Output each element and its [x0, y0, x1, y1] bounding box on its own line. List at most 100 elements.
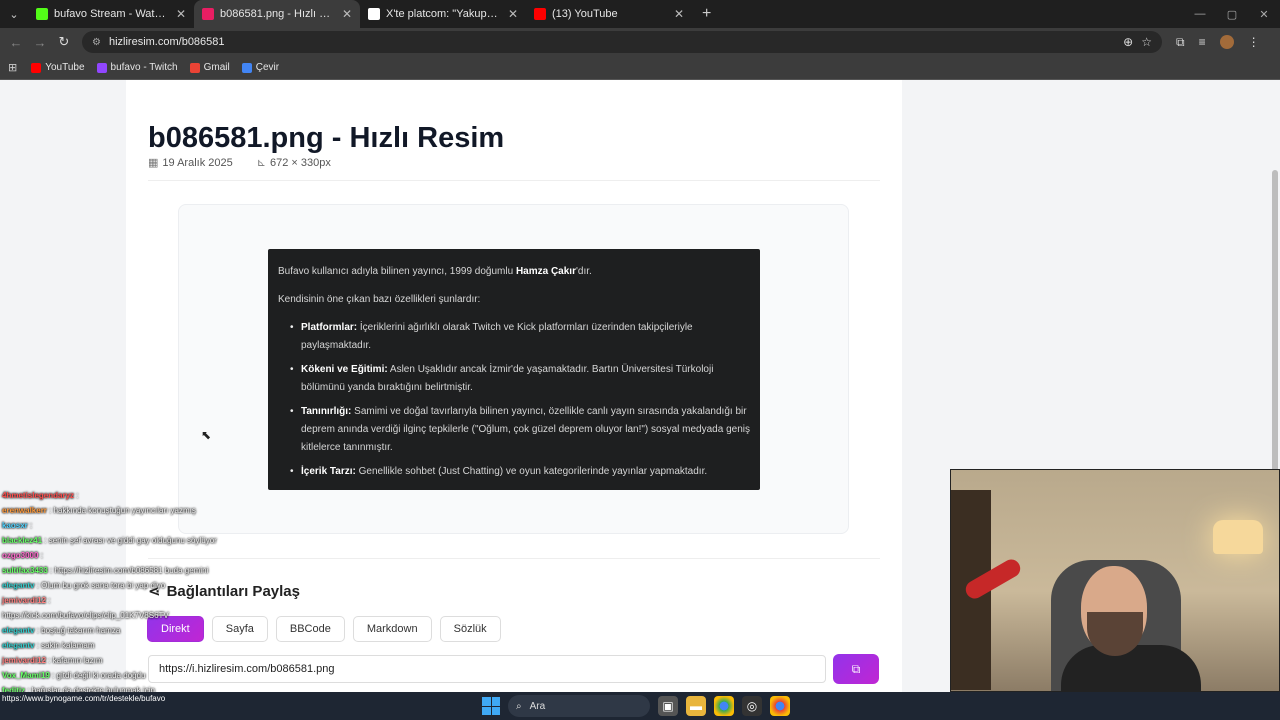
tab-title: b086581.png - Hızlı Resim — [220, 8, 336, 20]
start-button[interactable] — [482, 697, 500, 715]
bookmark-star-icon[interactable]: ☆ — [1141, 35, 1152, 49]
page-title: b086581.png - Hızlı Resim — [148, 122, 505, 154]
chat-message: elegantv : sakin kalamam — [2, 638, 302, 653]
task-view-icon[interactable]: ▣ — [658, 696, 678, 716]
tab-close-icon[interactable]: ✕ — [674, 7, 684, 21]
site-info-icon[interactable]: ⚙ — [92, 37, 101, 48]
new-tab-button[interactable]: + — [702, 5, 711, 23]
menu-icon[interactable]: ⋮ — [1248, 35, 1260, 49]
minimize-button[interactable]: — — [1184, 0, 1216, 28]
image-intro-pre: Bufavo kullanıcı adıyla bilinen yayıncı,… — [278, 266, 516, 277]
chrome-profile-icon[interactable] — [770, 696, 790, 716]
chat-text: hakkında konuştuğun yayıncıları yazmış — [53, 506, 196, 515]
chat-separator: : — [46, 596, 51, 605]
image-item-label: Kökeni ve Eğitimi: — [301, 364, 388, 375]
image-lead: Kendisinin öne çıkan bazı özellikleri şu… — [278, 294, 481, 305]
bookmark-label: Gmail — [203, 62, 230, 73]
chat-separator: : — [46, 656, 53, 665]
maximize-button[interactable]: ▢ — [1216, 0, 1248, 28]
chat-separator: : — [42, 536, 49, 545]
chat-message: sultifax3433 : https://hizliresim.com/b0… — [2, 563, 302, 578]
bookmark-item[interactable]: Çevir — [241, 62, 280, 73]
file-explorer-icon[interactable]: ▬ — [686, 696, 706, 716]
image-list-item: Tanınırlığı: Samimi ve doğal tavırlarıyl… — [278, 403, 750, 457]
chat-username: jemivardi12 — [2, 656, 47, 665]
tab-strip: bufavo Stream - Watch Live on✕b086581.pn… — [28, 0, 692, 28]
taskbar-search[interactable]: ⌕ Ara — [508, 695, 650, 717]
profile-avatar[interactable] — [1219, 35, 1234, 49]
browser-tab[interactable]: (13) YouTube ✕ — [526, 0, 692, 28]
tab-close-icon[interactable]: ✕ — [342, 7, 352, 21]
image-dimensions: ⊾ 672 × 330px — [257, 156, 331, 169]
zoom-icon[interactable]: ⊕ — [1123, 35, 1133, 49]
bookmark-label: Çevir — [255, 62, 280, 73]
bookmark-list: YouTube bufavo - Twitch Gmail Çevir — [31, 62, 279, 73]
copy-button[interactable]: ⧉ — [833, 654, 879, 684]
image-item-label: Platformlar: — [301, 322, 358, 333]
page-scrollbar[interactable] — [1272, 170, 1278, 490]
chat-message: elegantv : Olum bu grok sana tora bi yap… — [2, 578, 302, 593]
chat-username: Vox_Mami19 — [2, 671, 50, 680]
tab-close-icon[interactable]: ✕ — [176, 7, 186, 21]
taskbar-search-label: Ara — [529, 700, 546, 712]
stream-chat-overlay: 4hmetislegendaryz : erenwalkerr : hakkın… — [2, 488, 302, 713]
image-item-text: İçeriklerini ağırlıklı olarak Twitch ve … — [301, 322, 693, 351]
chat-username: elegantv — [2, 641, 35, 650]
chat-username: kaosxr — [2, 521, 28, 530]
obs-icon[interactable]: ◎ — [742, 696, 762, 716]
chat-username: elegantv — [2, 581, 35, 590]
chat-separator: : — [74, 491, 79, 500]
bookmark-item[interactable]: bufavo - Twitch — [96, 62, 178, 73]
address-bar[interactable]: ⚙ hizliresim.com/b086581 ⊕ ☆ — [82, 31, 1162, 53]
browser-tab[interactable]: X'te platcom: "YakupTV, Grok'a ✕ — [360, 0, 526, 28]
media-control-icon[interactable]: ≡ — [1199, 35, 1206, 49]
copy-icon: ⧉ — [851, 661, 861, 676]
tab-search-button[interactable]: ⌄ — [0, 0, 28, 28]
chat-message: elegantv : boştuğ takarım hamza — [2, 623, 302, 638]
tab-favicon-icon — [202, 8, 214, 20]
browser-tab[interactable]: bufavo Stream - Watch Live on ✕ — [28, 0, 194, 28]
bookmark-favicon-icon — [189, 62, 200, 73]
tab-title: X'te platcom: "YakupTV, Grok'a — [386, 8, 502, 20]
chat-username: 4hmetislegendaryz — [2, 491, 75, 500]
close-window-button[interactable]: ✕ — [1248, 0, 1280, 28]
taskbar-items: ⌕ Ara ▣ ▬ ◎ — [482, 695, 790, 717]
toolbar: ← → ↻ ⚙ hizliresim.com/b086581 ⊕ ☆ ⧉ ≡ ⋮ — [0, 28, 1280, 56]
apps-icon[interactable]: ⊞ — [8, 61, 17, 74]
forward-button[interactable]: → — [28, 35, 52, 50]
bookmark-favicon-icon — [241, 62, 252, 73]
chat-text: https://kick.com/bufavo/clips/clip_01K7V… — [2, 611, 169, 620]
chat-username: erenwalkerr — [2, 506, 47, 515]
image-preview-frame: Bufavo kullanıcı adıyla bilinen yayıncı,… — [178, 204, 849, 534]
tab-favicon-icon — [368, 8, 380, 20]
image-intro: Bufavo kullanıcı adıyla bilinen yayıncı,… — [278, 263, 750, 281]
windows-taskbar: https://www.bynogame.com/tr/destekle/buf… — [0, 692, 1280, 720]
chat-text: Olum bu grok sana tora bi yap diyo — [41, 581, 166, 590]
browser-tab[interactable]: b086581.png - Hızlı Resim ✕ — [194, 0, 360, 28]
chat-separator: : — [38, 551, 43, 560]
bookmark-item[interactable]: YouTube — [31, 62, 85, 73]
tab-title: bufavo Stream - Watch Live on — [54, 8, 170, 20]
bookmark-favicon-icon — [96, 62, 107, 73]
share-tab[interactable]: Sözlük — [439, 616, 501, 642]
chrome-icon[interactable] — [714, 696, 734, 716]
reload-button[interactable]: ↻ — [52, 34, 76, 50]
tab-close-icon[interactable]: ✕ — [508, 7, 518, 21]
chat-text: kafamın lazım — [52, 656, 103, 665]
uploaded-image[interactable]: Bufavo kullanıcı adıyla bilinen yayıncı,… — [268, 249, 760, 490]
tab-favicon-icon — [36, 8, 48, 20]
upload-date: ▦ 19 Aralık 2025 — [148, 156, 233, 169]
bookmark-label: bufavo - Twitch — [110, 62, 178, 73]
extensions-icon[interactable]: ⧉ — [1176, 35, 1185, 50]
bookmark-label: YouTube — [45, 62, 85, 73]
search-icon: ⌕ — [516, 700, 522, 712]
share-tab[interactable]: Markdown — [352, 616, 432, 642]
image-dimensions-text: 672 × 330px — [269, 157, 331, 169]
webcam-person-body — [1061, 645, 1201, 691]
window-controls: — ▢ ✕ — [1184, 0, 1280, 28]
chat-username: sultifax3433 — [2, 566, 48, 575]
mouse-cursor-icon: ⬉ — [201, 428, 212, 442]
bookmark-item[interactable]: Gmail — [189, 62, 230, 73]
image-item-text: Samimi ve doğal tavırlarıyla bilinen yay… — [301, 406, 750, 453]
back-button[interactable]: ← — [4, 35, 28, 50]
